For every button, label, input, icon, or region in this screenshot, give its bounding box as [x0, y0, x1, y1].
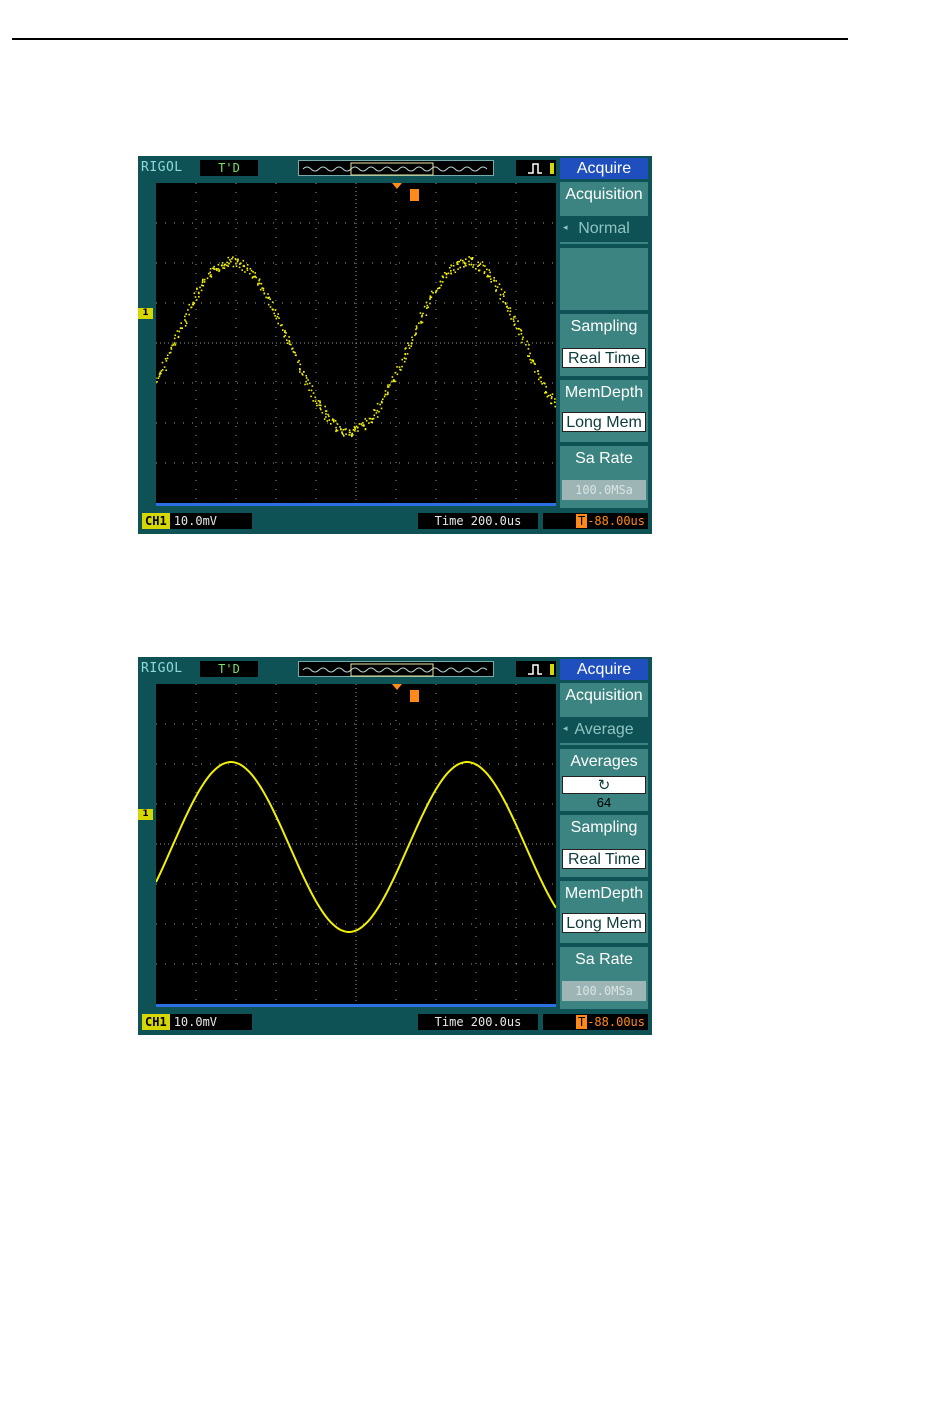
waveform-display	[155, 684, 557, 1004]
info-bar: CH1 10.0mV Time 200.0us T -88.00us	[138, 511, 652, 531]
menu-title: Acquire	[560, 659, 648, 680]
memory-waveform-icon	[302, 162, 488, 176]
oscilloscope-screen-average: RIGOL T'D 1 Acquire Acquisition Average …	[138, 657, 652, 1035]
brand-logo: RIGOL	[141, 160, 183, 175]
acquisition-value: Average	[560, 717, 648, 743]
trigger-position-marker	[392, 684, 402, 690]
sarate-label: Sa Rate	[575, 450, 633, 467]
status-bar: RIGOL T'D	[138, 657, 558, 682]
waveform-trace	[155, 761, 557, 933]
sarate-button[interactable]: Sa Rate 100.0MSa	[560, 947, 648, 1009]
channel-info: CH1 10.0mV	[142, 1014, 252, 1030]
memory-position-bar	[298, 160, 494, 176]
page-header-rule	[12, 38, 848, 40]
trigger-t-icon: T	[575, 1015, 588, 1029]
menu-title: Acquire	[560, 158, 648, 179]
trigger-edge-indicator	[516, 661, 556, 677]
waveform-plot	[155, 684, 557, 1004]
sarate-value: 100.0MSa	[562, 480, 646, 500]
channel-badge: CH1	[142, 513, 170, 529]
sampling-label: Sampling	[570, 819, 638, 836]
acquire-menu: Acquire Acquisition Average ◂ Averages ↻…	[560, 657, 648, 1009]
sampling-value: Real Time	[562, 348, 646, 368]
acquire-menu: Acquire Acquisition Normal ◂ Sampling Re…	[560, 156, 648, 508]
memory-position-bar	[298, 661, 494, 677]
averages-button[interactable]: Averages ↻ 64	[560, 749, 648, 811]
trigger-level-marker	[410, 690, 419, 702]
sampling-label: Sampling	[570, 318, 638, 335]
memdepth-button[interactable]: MemDepth Long Mem	[560, 380, 648, 442]
acquisition-label: Acquisition	[565, 687, 643, 704]
rising-edge-icon	[528, 163, 554, 174]
memdepth-value: Long Mem	[562, 913, 646, 933]
memdepth-button[interactable]: MemDepth Long Mem	[560, 881, 648, 943]
sarate-button[interactable]: Sa Rate 100.0MSa	[560, 446, 648, 508]
trigger-offset-value: -88.00us	[587, 1015, 645, 1029]
sarate-value: 100.0MSa	[562, 981, 646, 1001]
sampling-button[interactable]: Sampling Real Time	[560, 815, 648, 877]
channel1-ground-marker: 1	[138, 809, 153, 820]
rotate-knob-icon: ↻	[562, 776, 646, 794]
rising-edge-icon	[528, 664, 554, 675]
channel-scale: 10.0mV	[173, 1015, 218, 1029]
acquisition-label: Acquisition	[565, 186, 643, 203]
channel-scale: 10.0mV	[173, 514, 218, 528]
trigger-edge-indicator	[516, 160, 556, 176]
timebase-info: Time 200.0us	[418, 513, 538, 529]
averages-value: 64	[596, 795, 612, 810]
acquisition-mode-button[interactable]: Acquisition Average ◂	[560, 683, 648, 745]
channel-info: CH1 10.0mV	[142, 513, 252, 529]
trigger-offset-value: -88.00us	[587, 514, 645, 528]
trigger-status: T'D	[200, 661, 258, 677]
memdepth-label: MemDepth	[564, 384, 644, 401]
channel-badge: CH1	[142, 1014, 170, 1030]
memdepth-value: Long Mem	[562, 412, 646, 432]
averages-label: Averages	[570, 753, 638, 770]
trigger-offset: T -88.00us	[543, 1014, 648, 1030]
trigger-level-marker	[410, 189, 419, 201]
sarate-label: Sa Rate	[575, 951, 633, 968]
brand-logo: RIGOL	[141, 661, 183, 676]
trigger-position-marker	[392, 183, 402, 189]
info-bar: CH1 10.0mV Time 200.0us T -88.00us	[138, 1012, 652, 1032]
oscilloscope-screen-normal: RIGOL T'D 1 Acquire Acquisition Normal ◂	[138, 156, 652, 534]
acquisition-value: Normal	[560, 216, 648, 242]
acquisition-mode-button[interactable]: Acquisition Normal ◂	[560, 182, 648, 244]
waveform-plot	[155, 183, 556, 503]
select-arrow-icon: ◂	[563, 223, 568, 233]
timebase-info: Time 200.0us	[418, 1014, 538, 1030]
channel1-ground-marker: 1	[138, 308, 153, 319]
display-baseline	[156, 503, 556, 506]
status-bar: RIGOL T'D	[138, 156, 558, 181]
sampling-value: Real Time	[562, 849, 646, 869]
display-baseline	[156, 1004, 556, 1007]
trigger-t-icon: T	[575, 514, 588, 528]
select-arrow-icon: ◂	[563, 724, 568, 734]
waveform-display	[155, 183, 556, 503]
trigger-offset: T -88.00us	[543, 513, 648, 529]
sampling-button[interactable]: Sampling Real Time	[560, 314, 648, 376]
memdepth-label: MemDepth	[564, 885, 644, 902]
memory-waveform-icon	[302, 663, 488, 677]
trigger-status: T'D	[200, 160, 258, 176]
empty-menu-button[interactable]	[560, 248, 648, 310]
